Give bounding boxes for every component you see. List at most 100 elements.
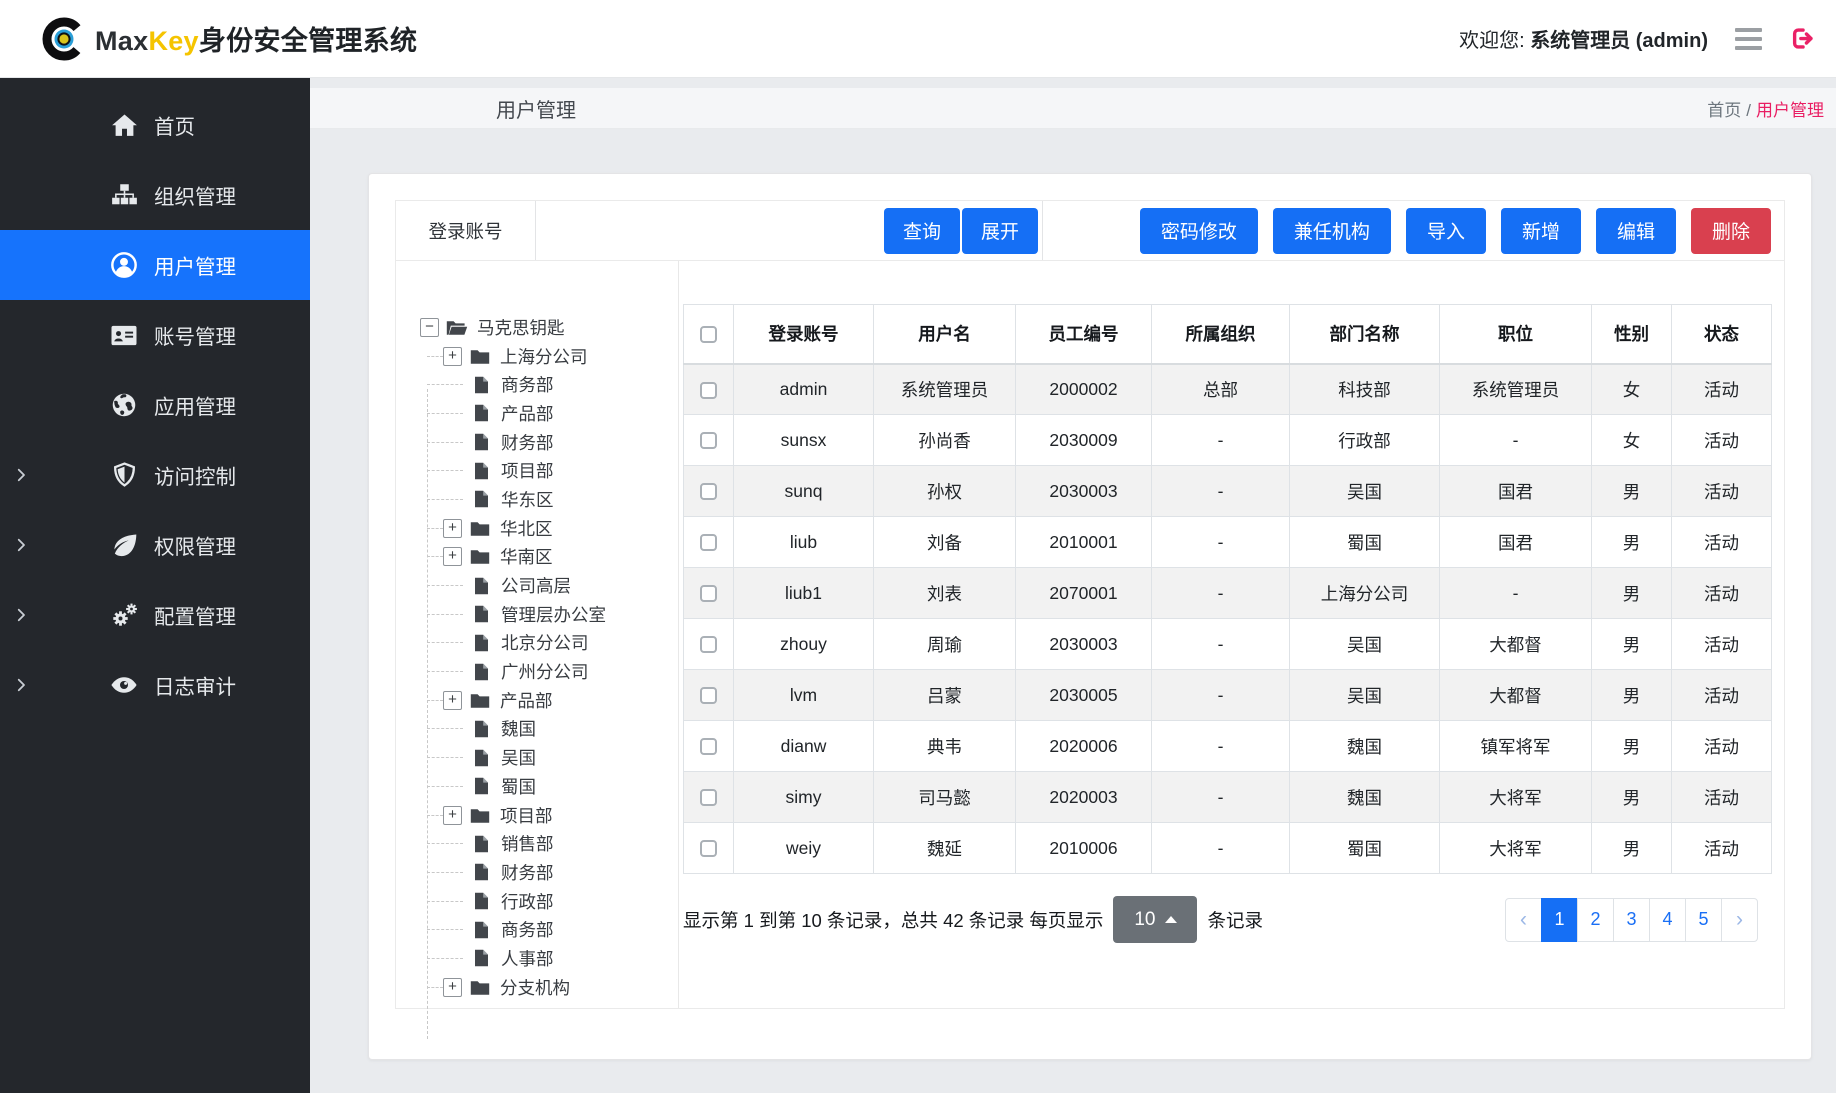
tree-node[interactable]: 商务部 <box>420 915 678 944</box>
tree-node[interactable]: 财务部 <box>420 858 678 887</box>
page-2-button[interactable]: 2 <box>1577 898 1614 942</box>
tree-connector-stub <box>427 958 463 959</box>
file-icon <box>470 376 492 394</box>
plus-toggle-icon[interactable]: + <box>443 978 462 997</box>
sidebar-item-app-mgmt[interactable]: 应用管理 <box>0 370 310 440</box>
table-cell: - <box>1152 466 1290 517</box>
page-3-button[interactable]: 3 <box>1613 898 1650 942</box>
concurrent-org-button[interactable]: 兼任机构 <box>1273 208 1391 254</box>
tree-node[interactable]: 公司高层 <box>420 571 678 600</box>
page-4-button[interactable]: 4 <box>1649 898 1686 942</box>
tree-node[interactable]: 人事部 <box>420 944 678 973</box>
login-account-input[interactable] <box>536 201 884 260</box>
tree-node[interactable]: +华北区 <box>420 514 678 543</box>
row-checkbox[interactable] <box>700 483 717 500</box>
sidebar-item-permission-mgmt[interactable]: 权限管理 <box>0 510 310 580</box>
sidebar-item-user-mgmt[interactable]: 用户管理 <box>0 230 310 300</box>
row-checkbox[interactable] <box>700 789 717 806</box>
file-icon <box>470 433 492 451</box>
row-checkbox[interactable] <box>700 687 717 704</box>
table-cell: - <box>1152 517 1290 568</box>
table-cell: 国君 <box>1440 517 1592 568</box>
tree-node[interactable]: −马克思钥匙 <box>420 313 678 342</box>
page-size-select[interactable]: 10 <box>1113 896 1197 943</box>
tree-node[interactable]: +产品部 <box>420 686 678 715</box>
brand-suffix: 身份安全管理系统 <box>199 26 417 56</box>
table-cell: 活动 <box>1672 466 1772 517</box>
sidebar-item-account-mgmt[interactable]: 账号管理 <box>0 300 310 370</box>
table-cell: 女 <box>1592 415 1672 466</box>
tree-node[interactable]: +上海分公司 <box>420 342 678 371</box>
expand-button[interactable]: 展开 <box>962 208 1038 254</box>
row-checkbox[interactable] <box>700 432 717 449</box>
minus-toggle-icon[interactable]: − <box>420 318 439 337</box>
plus-toggle-icon[interactable]: + <box>443 806 462 825</box>
plus-toggle-icon[interactable]: + <box>443 691 462 710</box>
tree-connector-stub <box>427 671 463 672</box>
table-cell: 女 <box>1592 364 1672 415</box>
row-checkbox[interactable] <box>700 585 717 602</box>
tree-node[interactable]: 吴国 <box>420 743 678 772</box>
tree-node[interactable]: 蜀国 <box>420 772 678 801</box>
file-icon <box>470 404 492 422</box>
plus-toggle-icon[interactable]: + <box>443 347 462 366</box>
table-cell: zhouy <box>734 619 874 670</box>
sidebar-item-access-control[interactable]: 访问控制 <box>0 440 310 510</box>
prev-page-button[interactable]: ‹ <box>1505 898 1542 942</box>
table-row: liub刘备2010001-蜀国国君男活动 <box>684 517 1772 568</box>
tree-connector-stub <box>427 642 463 643</box>
breadcrumb-home[interactable]: 首页 <box>1707 101 1741 120</box>
tree-node[interactable]: 行政部 <box>420 887 678 916</box>
body-row: −马克思钥匙+上海分公司商务部产品部财务部项目部华东区+华北区+华南区公司高层管… <box>396 261 1784 1008</box>
tree-node[interactable]: +华南区 <box>420 543 678 572</box>
sidebar-item-log-audit[interactable]: 日志审计 <box>0 650 310 720</box>
sidebar-item-label: 访问控制 <box>154 460 236 490</box>
row-select-cell <box>684 721 734 772</box>
menu-toggle-icon[interactable] <box>1735 28 1762 50</box>
welcome-user: 系统管理员 (admin) <box>1530 30 1708 52</box>
page-1-button[interactable]: 1 <box>1541 898 1578 942</box>
tree-node[interactable]: +分支机构 <box>420 973 678 1002</box>
next-page-button[interactable]: › <box>1721 898 1758 942</box>
row-checkbox[interactable] <box>700 738 717 755</box>
column-header: 性别 <box>1592 305 1672 364</box>
add-button[interactable]: 新增 <box>1501 208 1581 254</box>
tree-node[interactable]: 魏国 <box>420 715 678 744</box>
delete-button[interactable]: 删除 <box>1691 208 1771 254</box>
query-button[interactable]: 查询 <box>884 208 960 254</box>
table-cell: - <box>1152 568 1290 619</box>
plus-toggle-icon[interactable]: + <box>443 519 462 538</box>
tree-node[interactable]: 华东区 <box>420 485 678 514</box>
row-checkbox[interactable] <box>700 534 717 551</box>
logout-icon[interactable] <box>1789 25 1816 52</box>
tree-node[interactable]: 北京分公司 <box>420 629 678 658</box>
sidebar-item-config-mgmt[interactable]: 配置管理 <box>0 580 310 650</box>
password-modify-button[interactable]: 密码修改 <box>1140 208 1258 254</box>
tree-node[interactable]: 项目部 <box>420 456 678 485</box>
table-row: admin系统管理员2000002总部科技部系统管理员女活动 <box>684 364 1772 415</box>
tree-node[interactable]: 财务部 <box>420 428 678 457</box>
tree-node[interactable]: 商务部 <box>420 370 678 399</box>
page-size-value: 10 <box>1134 909 1155 931</box>
file-icon <box>470 921 492 939</box>
tree-node[interactable]: 产品部 <box>420 399 678 428</box>
table-cell: 大将军 <box>1440 823 1592 874</box>
tree-node[interactable]: 广州分公司 <box>420 657 678 686</box>
tree-node[interactable]: 销售部 <box>420 829 678 858</box>
table-cell: 2030003 <box>1016 619 1152 670</box>
page-5-button[interactable]: 5 <box>1685 898 1722 942</box>
tree-node[interactable]: 管理层办公室 <box>420 600 678 629</box>
row-checkbox[interactable] <box>700 636 717 653</box>
sidebar-item-home[interactable]: 首页 <box>0 90 310 160</box>
select-all-checkbox[interactable] <box>700 326 717 343</box>
globe-icon <box>110 392 138 418</box>
tree-node[interactable]: +项目部 <box>420 801 678 830</box>
row-checkbox[interactable] <box>700 840 717 857</box>
import-button[interactable]: 导入 <box>1406 208 1486 254</box>
row-checkbox[interactable] <box>700 382 717 399</box>
sidebar-item-org-mgmt[interactable]: 组织管理 <box>0 160 310 230</box>
plus-toggle-icon[interactable]: + <box>443 547 462 566</box>
tree-connector-stub <box>427 585 463 586</box>
edit-button[interactable]: 编辑 <box>1596 208 1676 254</box>
table-cell: 科技部 <box>1290 364 1440 415</box>
